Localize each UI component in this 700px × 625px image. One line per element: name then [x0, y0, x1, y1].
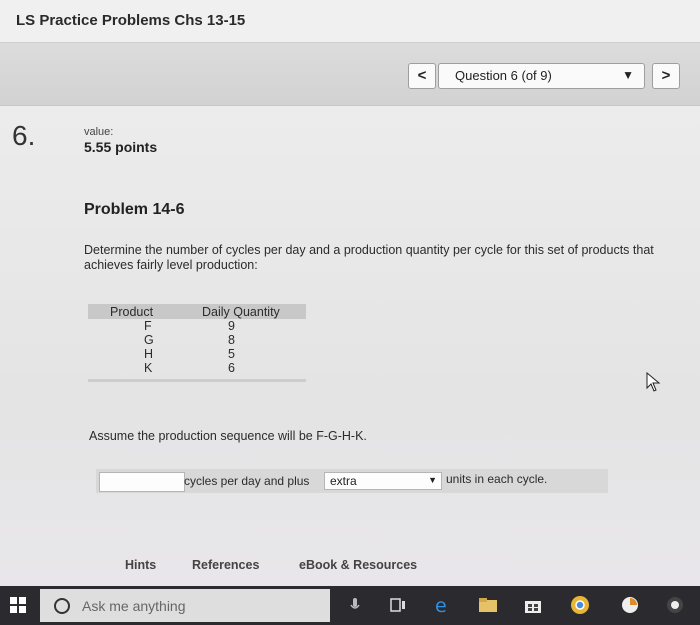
tab-hints[interactable]: Hints: [125, 558, 156, 572]
problem-title: Problem 14-6: [84, 201, 185, 218]
mouse-cursor-icon: [646, 372, 661, 392]
taskbar-search[interactable]: Ask me anything: [40, 589, 330, 622]
windows-start-icon[interactable]: [10, 597, 26, 613]
app-icon[interactable]: [620, 595, 640, 615]
app-icon[interactable]: [665, 595, 685, 615]
store-icon[interactable]: [523, 595, 543, 615]
question-content: 6. value: 5.55 points Problem 14-6 Deter…: [0, 106, 700, 586]
table-row: H 5: [88, 347, 306, 361]
table-row: K 6: [88, 361, 306, 375]
tab-references[interactable]: References: [192, 558, 259, 572]
next-question-button[interactable]: >: [652, 63, 680, 89]
units-label: units in each cycle.: [446, 472, 548, 486]
taskbar-search-placeholder: Ask me anything: [82, 598, 186, 614]
microphone-icon[interactable]: [345, 595, 365, 615]
quantity-cell: 6: [228, 361, 235, 375]
chevron-down-icon: ▼: [428, 475, 437, 485]
title-bar: LS Practice Problems Chs 13-15: [0, 0, 700, 43]
question-select[interactable]: Question 6 (of 9) ▼: [438, 63, 645, 89]
question-select-label: Question 6 (of 9): [455, 68, 552, 83]
product-table: Product Daily Quantity F 9 G 8 H 5 K 6: [88, 304, 306, 382]
product-cell: K: [144, 361, 153, 375]
extra-select-value: extra: [330, 474, 357, 488]
answer-row: cycles per day and plus extra ▼ units in…: [96, 469, 608, 493]
column-header-product: Product: [110, 305, 154, 319]
extra-select[interactable]: extra ▼: [324, 472, 442, 490]
question-number: 6.: [12, 120, 36, 151]
sequence-assumption: Assume the production sequence will be F…: [89, 429, 367, 443]
edge-browser-icon[interactable]: e: [433, 595, 453, 615]
question-nav: < Question 6 (of 9) ▼ >: [0, 43, 700, 106]
page: LS Practice Problems Chs 13-15 < Questio…: [0, 0, 700, 625]
cycles-input[interactable]: [99, 472, 185, 492]
table-divider: [88, 379, 306, 382]
cycles-label: cycles per day and plus: [184, 474, 310, 488]
svg-text:e: e: [435, 595, 447, 615]
cortana-icon: [54, 598, 70, 614]
table-header: Product Daily Quantity: [88, 304, 306, 319]
table-row: G 8: [88, 333, 306, 347]
quantity-cell: 9: [228, 319, 235, 333]
problem-description: Determine the number of cycles per day a…: [84, 243, 654, 272]
points-value: 5.55 points: [84, 139, 158, 155]
product-cell: F: [144, 319, 152, 333]
column-header-daily-quantity: Daily Quantity: [202, 305, 280, 319]
chevron-down-icon: ▼: [622, 68, 634, 82]
taskbar: Ask me anything e: [0, 586, 700, 625]
value-label: value:: [84, 126, 114, 138]
file-explorer-icon[interactable]: [478, 595, 498, 615]
tab-ebook-resources[interactable]: eBook & Resources: [299, 558, 417, 572]
table-row: F 9: [88, 319, 306, 333]
product-cell: H: [144, 347, 154, 361]
product-cell: G: [144, 333, 154, 347]
assignment-title: LS Practice Problems Chs 13-15: [16, 12, 246, 29]
prev-question-button[interactable]: <: [408, 63, 436, 89]
quantity-cell: 8: [228, 333, 235, 347]
quantity-cell: 5: [228, 347, 235, 361]
task-view-icon[interactable]: [388, 595, 408, 615]
chrome-icon[interactable]: [570, 595, 590, 615]
